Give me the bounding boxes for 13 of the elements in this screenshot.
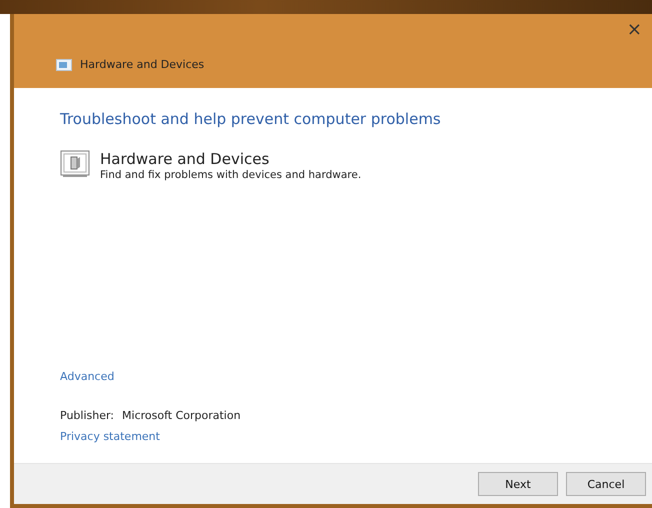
troubleshooter-description: Find and fix problems with devices and hardware. [100, 169, 362, 181]
publisher-name: Microsoft Corporation [122, 409, 241, 422]
dialog-button[interactable]: Next [478, 472, 558, 496]
close-button[interactable]: × [620, 20, 648, 40]
troubleshooter-title[interactable]: Hardware and Devices [100, 150, 362, 168]
dialog-button[interactable]: Cancel [566, 472, 646, 496]
privacy-link[interactable]: Privacy statement [60, 430, 160, 443]
page-heading: Troubleshoot and help prevent computer problems [60, 110, 441, 128]
hardware-icon [60, 150, 90, 178]
window-title: Hardware and Devices [80, 58, 204, 71]
publisher-label: Publisher: [60, 409, 114, 422]
window-icon [56, 58, 72, 70]
advanced-link[interactable]: Advanced [60, 370, 114, 383]
